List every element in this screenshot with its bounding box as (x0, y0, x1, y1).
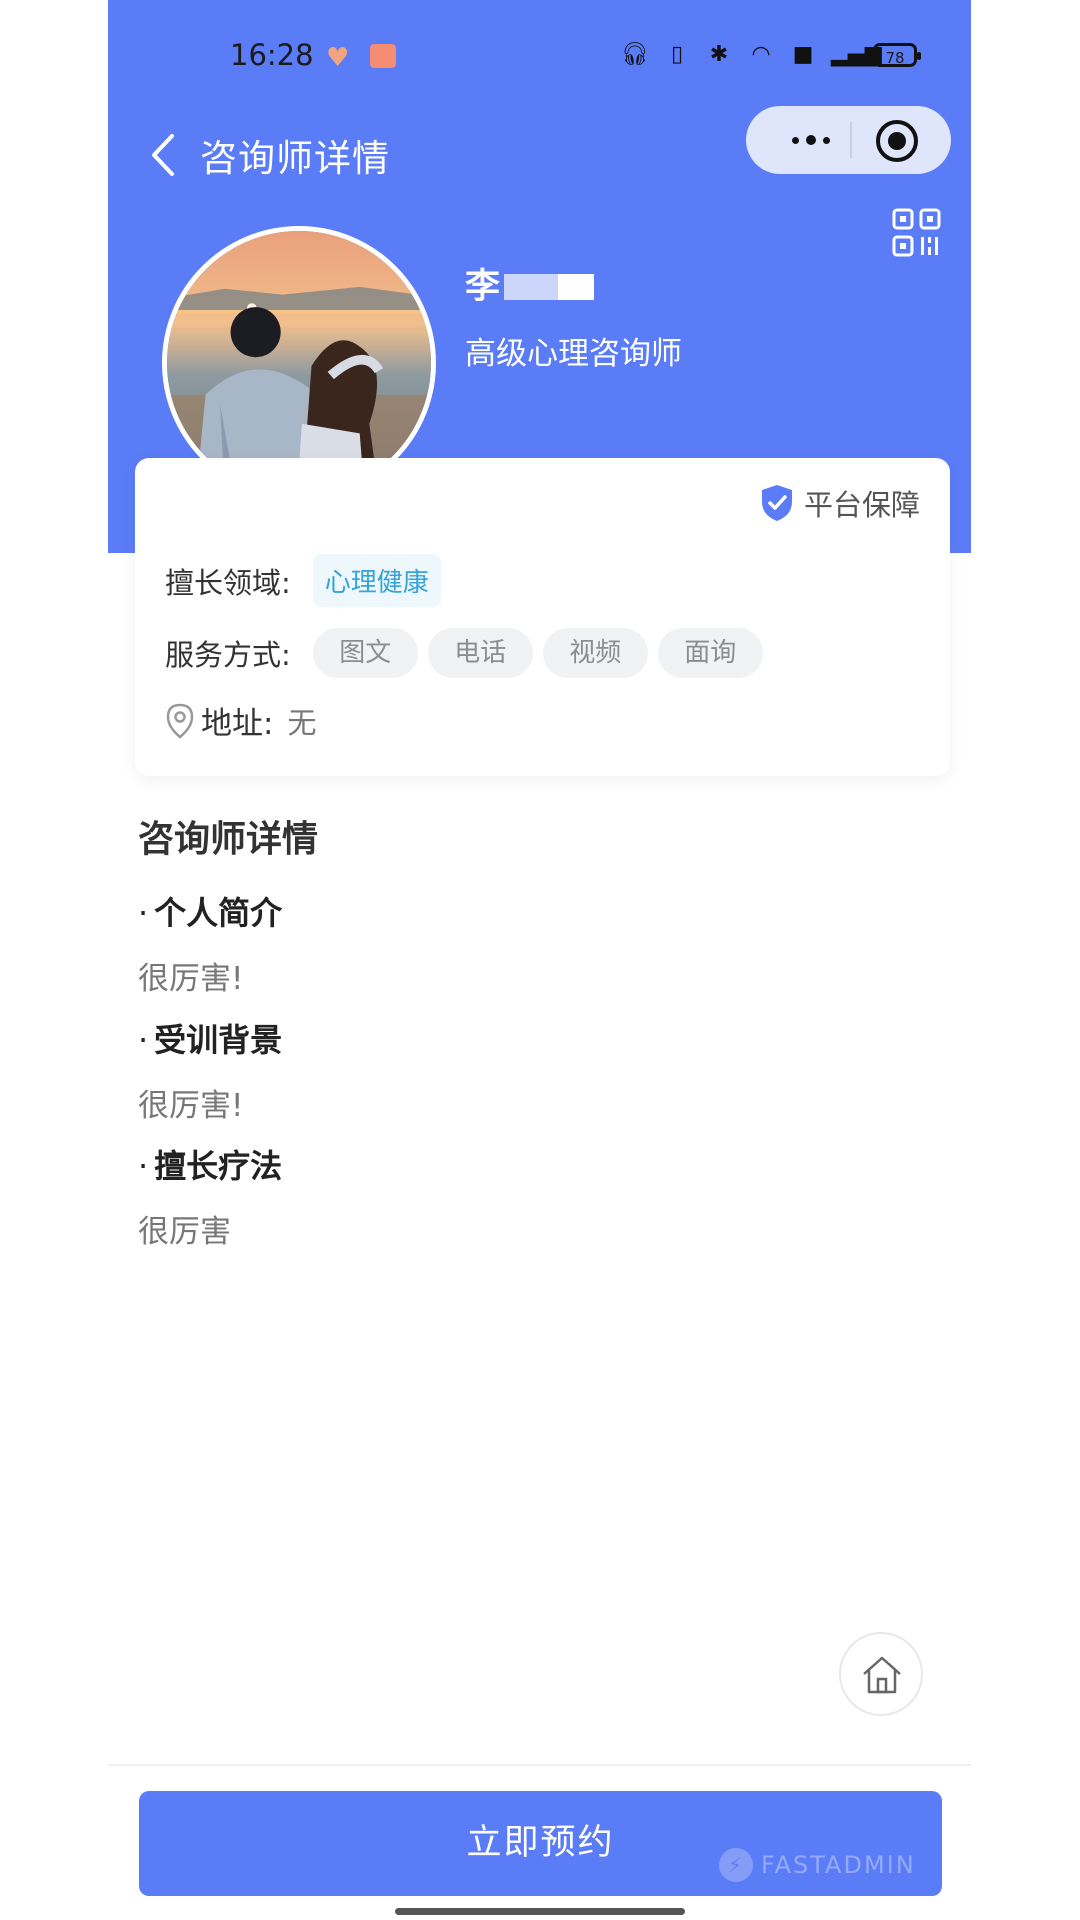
app-icon (370, 44, 396, 68)
watermark-text: FASTADMIN (761, 1851, 916, 1879)
bluetooth-icon: ✱ (709, 42, 729, 67)
mini-program-capsule (746, 106, 951, 174)
home-button[interactable] (839, 1632, 923, 1716)
counselor-title: 高级心理咨询师 (465, 336, 682, 372)
specialty-tag: 心理健康 (312, 554, 441, 607)
chevron-left-icon (152, 134, 174, 176)
battery-icon: 78 (873, 43, 921, 67)
therapy-heading: · 擅长疗法 (138, 1147, 283, 1185)
page-title: 咨询师详情 (200, 137, 390, 180)
watermark: ⚡ FASTADMIN (719, 1848, 916, 1882)
service-tag-text[interactable]: 图文 (312, 628, 418, 678)
intro-heading: · 个人简介 (138, 894, 283, 932)
service-row: 服务方式: 图文 电话 视频 面询 (165, 628, 763, 678)
left-margin (0, 0, 108, 1920)
headphones-icon: 🎧︎ (621, 42, 649, 67)
signal-5g-icon: ▂▄▆ (831, 42, 882, 67)
address-row: 地址: 无 (165, 698, 316, 743)
capsule-divider (850, 122, 852, 158)
vibrate-icon: ▯ (670, 42, 684, 67)
specialty-row: 擅长领域: 心理健康 (165, 554, 441, 607)
bottom-divider (108, 1764, 971, 1766)
address-value: 无 (287, 705, 317, 740)
target-icon[interactable] (876, 120, 918, 162)
training-text: 很厉害! (138, 1088, 244, 1124)
address-label: 地址: (201, 706, 274, 742)
training-heading-text: 受训背景 (154, 1021, 283, 1059)
gesture-bar[interactable] (395, 1908, 685, 1915)
name-text: 李 (465, 267, 501, 307)
intro-text: 很厉害! (138, 961, 244, 997)
service-tags: 图文 电话 视频 面询 (312, 628, 763, 678)
service-label: 服务方式: (165, 638, 291, 672)
info-card: 平台保障 擅长领域: 心理健康 服务方式: 图文 电话 视频 面询 地址: 无 (135, 458, 950, 776)
service-tag-video[interactable]: 视频 (542, 628, 648, 678)
heart-icon: ♥ (326, 43, 350, 73)
qr-code-icon[interactable] (892, 208, 942, 258)
therapy-heading-text: 擅长疗法 (154, 1147, 283, 1185)
home-icon (863, 1656, 901, 1694)
therapy-text: 很厉害 (138, 1214, 231, 1250)
wifi-icon: ◠ (751, 42, 771, 67)
hd-icon: ■ (792, 42, 814, 67)
intro-heading-text: 个人简介 (154, 894, 283, 932)
guarantee-label: 平台保障 (803, 488, 920, 522)
specialty-label: 擅长领域: (165, 565, 291, 600)
counselor-name: 李 (465, 258, 595, 309)
training-heading: · 受训背景 (138, 1021, 283, 1059)
shield-check-icon (761, 485, 792, 521)
name-redacted-2 (558, 273, 595, 300)
back-button[interactable] (148, 130, 178, 180)
location-pin-icon (166, 703, 194, 739)
service-tag-phone[interactable]: 电话 (427, 628, 533, 678)
service-tag-in-person[interactable]: 面询 (657, 628, 763, 678)
name-redacted (504, 273, 559, 300)
status-time: 16:28 (230, 38, 314, 72)
fastadmin-logo-icon: ⚡ (719, 1848, 753, 1882)
details-section-title: 咨询师详情 (138, 819, 319, 860)
more-icon[interactable] (774, 106, 848, 174)
phone-screen: 16:28 ♥ 🎧︎ ▯ ✱ ◠ ■ ▂▄▆ 78 咨询师详情 李 高级心理咨询… (108, 0, 971, 1920)
status-bar: 16:28 ♥ 🎧︎ ▯ ✱ ◠ ■ ▂▄▆ 78 (108, 0, 971, 110)
platform-guarantee: 平台保障 (760, 482, 920, 524)
right-margin (971, 0, 1080, 1920)
